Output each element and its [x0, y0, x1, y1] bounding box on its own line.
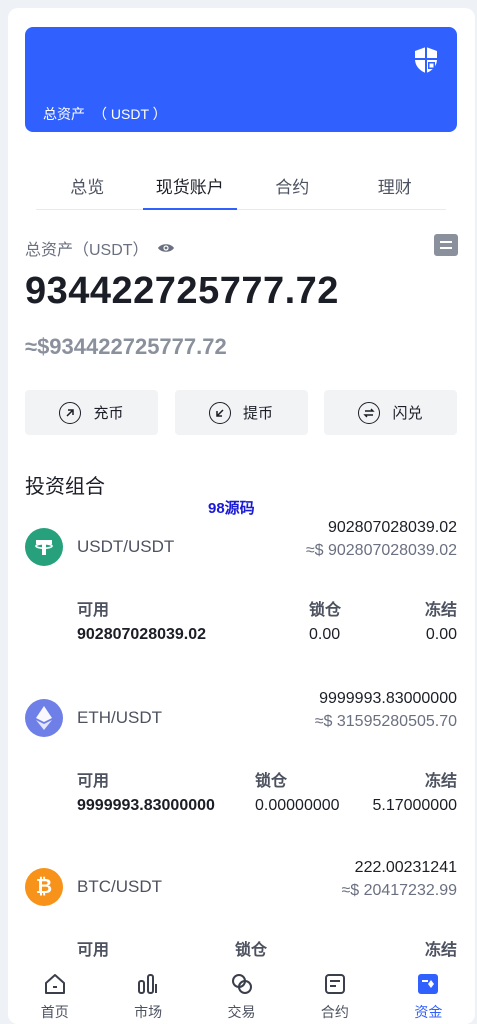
records-icon[interactable] — [434, 234, 458, 256]
balance-label: 总资产（USDT） — [25, 236, 175, 260]
arrow-down-left-icon — [208, 401, 231, 424]
withdraw-button[interactable]: 提币 — [174, 390, 308, 435]
header-frozen: 冻结 — [424, 773, 457, 790]
header-available: 可用 — [77, 942, 110, 959]
asset-pair: ETH/USDT — [77, 708, 162, 727]
value-frozen: 0.00 — [425, 626, 457, 643]
tab-spot-account[interactable]: 现货账户 — [139, 163, 242, 210]
tab-contract[interactable]: 合约 — [241, 163, 344, 209]
asset-column-headers: 可用 锁仓 冻结 — [77, 767, 457, 790]
value-available: 9999993.83000000 — [77, 797, 215, 814]
asset-usd-value: ≈$ 20417232.99 — [341, 882, 457, 899]
tether-icon — [25, 528, 63, 566]
header-frozen: 冻结 — [424, 942, 457, 959]
total-assets-label: 总资产（ USDT ） — [43, 106, 167, 122]
nav-home[interactable]: 首页 — [8, 963, 101, 1024]
asset-pair: BTC/USDT — [77, 877, 162, 896]
header-locked: 锁仓 — [235, 942, 268, 959]
asset-amount: 222.00231241 — [354, 859, 457, 876]
asset-column-headers: 可用 锁仓 冻结 — [77, 596, 457, 619]
tab-finance[interactable]: 理财 — [344, 163, 447, 209]
deposit-button[interactable]: 充币 — [25, 390, 158, 435]
value-frozen: 5.17000000 — [372, 797, 457, 814]
arrow-up-right-icon — [59, 401, 82, 424]
header-locked: 锁仓 — [255, 773, 288, 790]
tab-overview[interactable]: 总览 — [36, 163, 139, 209]
swap-icon — [358, 401, 381, 424]
ethereum-icon — [25, 699, 63, 737]
wallet-icon — [418, 974, 439, 994]
nav-contract[interactable]: 合约 — [288, 963, 381, 1024]
bitcoin-icon: ₿ — [25, 868, 63, 906]
asset-usd-value: ≈$ 31595280505.70 — [314, 713, 457, 730]
asset-values: 902807028039.02 0.00 0.00 — [77, 626, 457, 648]
value-locked: 0.00 — [309, 626, 341, 643]
header-available: 可用 — [77, 773, 110, 790]
header-available: 可用 — [77, 602, 110, 619]
home-icon — [44, 974, 65, 994]
nav-assets[interactable]: 资金 — [382, 963, 475, 1024]
asset-usd-value: ≈$ 902807028039.02 — [305, 542, 457, 559]
total-assets-card: 总资产（ USDT ） — [25, 27, 457, 132]
watermark-text: 98源码 — [208, 500, 255, 517]
asset-pair: USDT/USDT — [77, 537, 175, 556]
portfolio-title: 投资组合 — [25, 476, 105, 498]
contract-icon — [324, 974, 345, 994]
account-tabs: 总览 现货账户 合约 理财 — [36, 163, 446, 210]
swap-button[interactable]: 闪兑 — [324, 390, 457, 435]
bottom-nav: 首页 市场 交易 合约 资金 — [8, 963, 475, 1024]
asset-values: 9999993.83000000 0.00000000 5.17000000 — [77, 797, 457, 819]
wallet-page: 总资产（ USDT ） 总览 现货账户 合约 理财 总资产（USDT） 9344… — [8, 8, 475, 1024]
balance-value: 934422725777.72 — [25, 270, 339, 312]
value-available: 902807028039.02 — [77, 626, 207, 643]
balance-usd-value: ≈$934422725777.72 — [25, 334, 227, 359]
asset-column-headers: 可用 锁仓 冻结 — [77, 936, 457, 959]
eye-icon[interactable] — [157, 242, 175, 254]
asset-amount: 902807028039.02 — [327, 519, 457, 536]
nav-trade[interactable]: 交易 — [195, 963, 288, 1024]
nav-market[interactable]: 市场 — [101, 963, 194, 1024]
value-locked: 0.00000000 — [255, 797, 340, 814]
asset-amount: 9999993.83000000 — [319, 690, 457, 707]
action-buttons: 充币 提币 闪兑 — [25, 390, 457, 435]
header-locked: 锁仓 — [309, 602, 342, 619]
header-frozen: 冻结 — [424, 602, 457, 619]
market-icon — [138, 974, 158, 994]
shield-icon[interactable] — [413, 46, 439, 74]
trade-icon — [231, 974, 252, 994]
